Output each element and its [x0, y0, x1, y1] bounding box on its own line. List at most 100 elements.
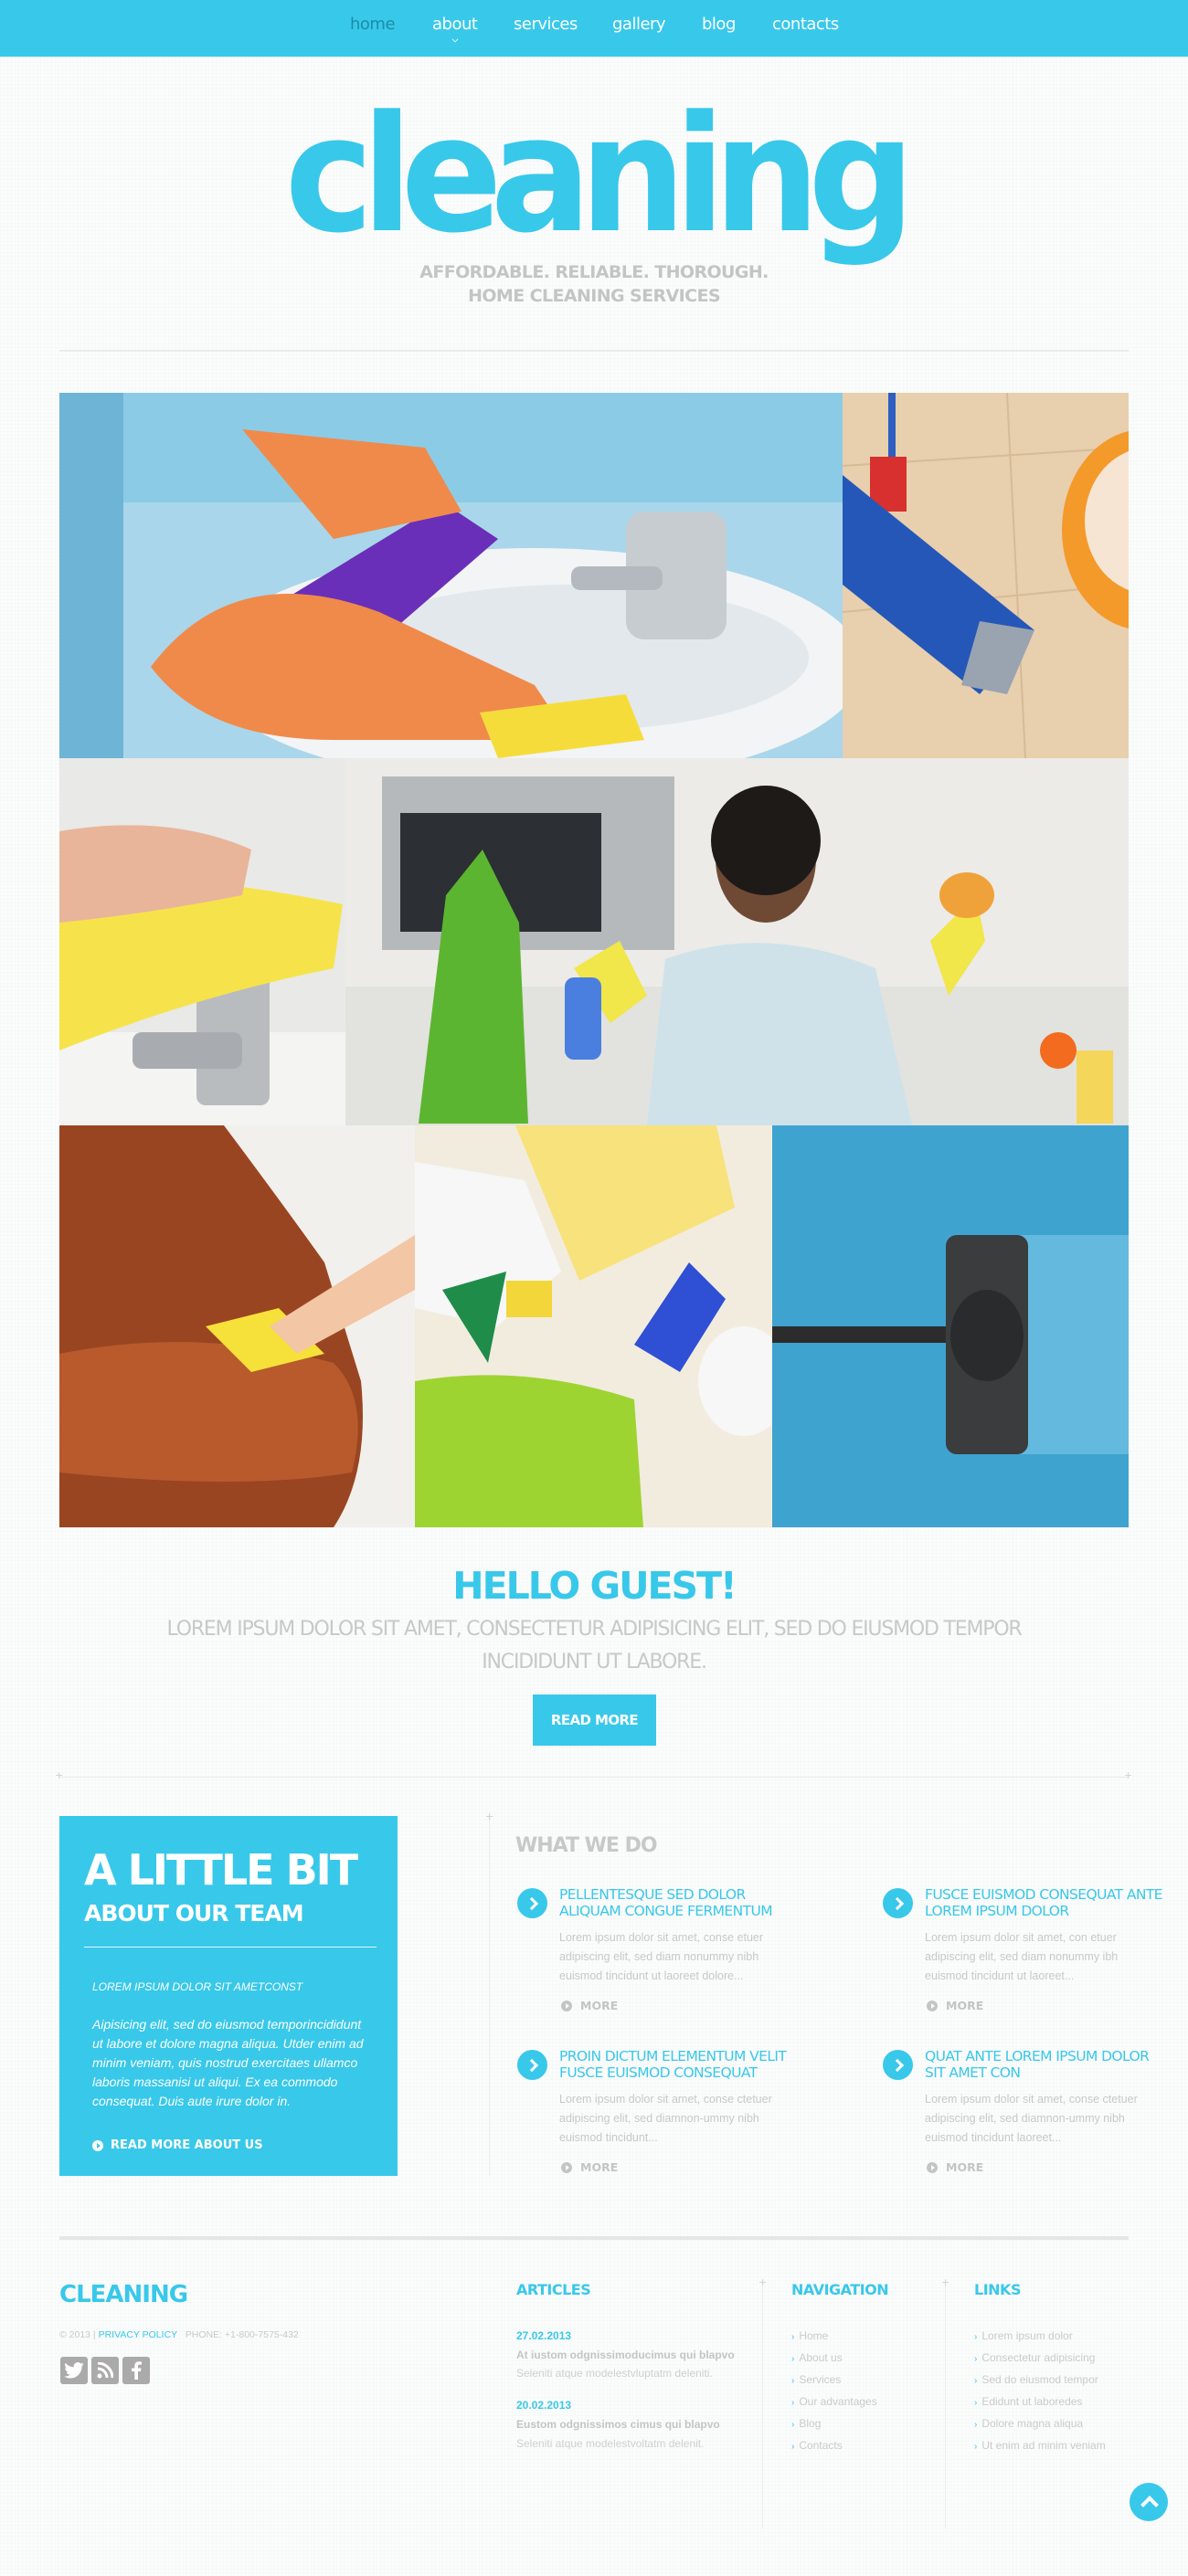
nav-item-blog[interactable]: blog	[702, 15, 736, 34]
links-heading: LINKS	[974, 2281, 1021, 2298]
wiping-leather-sofa-image	[59, 1125, 415, 1527]
scroll-to-top-button[interactable]	[1130, 2483, 1168, 2521]
chevron-right-icon: ›	[791, 2442, 795, 2452]
nav-item-gallery[interactable]: gallery	[612, 15, 666, 34]
facebook-button[interactable]	[122, 2357, 150, 2384]
chevron-right-icon: ›	[974, 2442, 978, 2452]
nav-label: services	[514, 15, 578, 34]
footer-logo[interactable]: CLEANING	[59, 2281, 188, 2308]
more-link[interactable]: MORE	[927, 1999, 983, 2012]
footer-link[interactable]: › Dolore magna aliqua	[974, 2417, 1083, 2430]
link-label: READ MORE ABOUT US	[111, 2138, 263, 2152]
hand-wiping-faucet-image	[59, 758, 345, 1125]
service-text: Lorem ipsum dolor sit amet, conse etuer …	[559, 1931, 764, 1982]
more-label: MORE	[580, 1999, 619, 2012]
sponges-and-spray-bottles-image	[415, 1125, 772, 1527]
nav-item-about[interactable]: about	[432, 15, 478, 43]
gallery-tile-sink[interactable]	[59, 393, 843, 758]
nav-menu: home about services gallery blog contact…	[0, 0, 1188, 57]
nav-item-contacts[interactable]: contacts	[772, 15, 839, 34]
footer-nav-link[interactable]: › Blog	[791, 2417, 821, 2430]
team-divider	[84, 1947, 377, 1948]
copyright-text: © 2013 |	[59, 2329, 96, 2340]
link-label: Dolore magna aliqua	[981, 2417, 1084, 2430]
facebook-icon	[132, 2361, 142, 2380]
footer-nav-link[interactable]: › Home	[791, 2329, 828, 2342]
article-excerpt: Seleniti atque modelestvluptatm deleniti…	[516, 2367, 713, 2380]
nav-label: contacts	[772, 15, 839, 34]
rss-icon	[97, 2362, 113, 2379]
plus-ornament-icon: +	[55, 1769, 64, 1781]
more-link[interactable]: MORE	[561, 2160, 618, 2174]
nav-label: about	[432, 15, 478, 34]
service-title[interactable]: PROIN DICTUM ELEMENTUM VELIT FUSCE EUISM…	[559, 2048, 806, 2081]
team-subheading: ABOUT OUR TEAM	[84, 1900, 304, 1927]
footer-nav-link[interactable]: › About us	[791, 2351, 843, 2364]
footer-nav-link[interactable]: › Services	[791, 2373, 841, 2386]
link-label: About us	[799, 2351, 843, 2364]
chevron-right-circle-icon[interactable]	[517, 1888, 547, 1918]
read-more-button[interactable]: READ MORE	[533, 1694, 656, 1746]
service-title[interactable]: FUSCE EUISMOD CONSEQUAT ANTE LOREM IPSUM…	[925, 1886, 1172, 1919]
plus-ornament-icon: +	[485, 1811, 494, 1822]
about-team-panel: A LITTLE BIT ABOUT OUR TEAM LOREM IPSUM …	[59, 1816, 398, 2176]
footer-link[interactable]: › Consectetur adipisicing	[974, 2351, 1095, 2364]
gallery-tile-sofa[interactable]	[59, 1125, 415, 1527]
chevron-right-circle-icon[interactable]	[883, 1888, 913, 1918]
gallery-tile-mop[interactable]	[843, 393, 1129, 758]
chevron-right-icon: ›	[974, 2332, 978, 2342]
column-divider	[762, 2284, 763, 2528]
footer-link[interactable]: › Edidunt ut laboredes	[974, 2395, 1082, 2408]
play-circle-icon	[927, 2000, 938, 2011]
more-label: MORE	[946, 1999, 984, 2012]
smiling-woman-in-kitchen-image	[345, 758, 1129, 1125]
team-lead: LOREM IPSUM DOLOR SIT AMETCONST	[92, 1980, 303, 1993]
gallery-tile-kitchen[interactable]	[345, 758, 1129, 1125]
site-logo[interactable]: cleaning	[42, 84, 1147, 267]
article-date: 20.02.2013	[516, 2399, 572, 2412]
link-label: Lorem ipsum dolor	[981, 2329, 1073, 2342]
chevron-right-circle-icon[interactable]	[517, 2050, 547, 2080]
footer-link[interactable]: › Lorem ipsum dolor	[974, 2329, 1073, 2342]
team-body: Aipisicing elit, sed do eiusmod temporin…	[92, 2017, 364, 2108]
article-title[interactable]: At iustom odgnissimoducimus qui blapvo	[516, 2349, 735, 2361]
nav-label: home	[350, 15, 396, 34]
link-label: Our advantages	[799, 2395, 877, 2408]
service-title[interactable]: PELLENTESQUE SED DOLOR ALIQUAM CONGUE FE…	[559, 1886, 806, 1919]
more-link[interactable]: MORE	[927, 2160, 983, 2174]
hello-text: LOREM IPSUM DOLOR SIT AMET, CONSECTETUR …	[166, 1618, 1022, 1673]
service-title[interactable]: QUAT ANTE LOREM IPSUM DOLOR SIT AMET CON	[925, 2048, 1172, 2081]
more-link[interactable]: MORE	[561, 1999, 618, 2012]
nav-label: blog	[702, 15, 736, 34]
navigation-heading: NAVIGATION	[791, 2281, 889, 2298]
gallery-tile-faucet[interactable]	[59, 758, 345, 1125]
service-text: Lorem ipsum dolor sit amet, conse ctetue…	[559, 2093, 772, 2144]
nav-item-home[interactable]: home	[350, 15, 396, 34]
plus-ornament-icon: +	[758, 2276, 768, 2288]
chevron-down-icon	[451, 36, 459, 43]
link-label: Edidunt ut laboredes	[981, 2395, 1083, 2408]
article-title[interactable]: Eustom odgnissimos cimus qui blapvo	[516, 2418, 720, 2431]
nav-item-services[interactable]: services	[514, 15, 578, 34]
play-circle-icon	[561, 2000, 572, 2011]
chevron-right-circle-icon[interactable]	[883, 2050, 913, 2080]
read-more-about-us-link[interactable]: READ MORE ABOUT US	[92, 2138, 263, 2152]
privacy-policy-link[interactable]: PRIVACY POLICY	[99, 2329, 177, 2340]
service-text: Lorem ipsum dolor sit amet, conse ctetue…	[925, 2093, 1138, 2144]
footer-link[interactable]: › Sed do eiusmod tempor	[974, 2373, 1098, 2386]
play-circle-icon	[561, 2161, 572, 2173]
article-excerpt: Seleniti atque modelestvoltatm delenit.	[516, 2437, 705, 2450]
twitter-button[interactable]	[60, 2357, 88, 2384]
gloved-hands-cleaning-sink-image	[59, 393, 843, 758]
mop-and-bucket-image	[843, 393, 1129, 758]
footer-nav-link[interactable]: › Contacts	[791, 2439, 843, 2452]
rss-button[interactable]	[91, 2357, 119, 2384]
chevron-right-icon: ›	[974, 2354, 978, 2364]
gallery-tile-vacuum[interactable]	[772, 1125, 1129, 1527]
chevron-right-icon: ›	[974, 2398, 978, 2408]
chevron-right-icon: ›	[791, 2376, 795, 2386]
footer-nav-link[interactable]: › Our advantages	[791, 2395, 877, 2408]
link-label: Consectetur adipisicing	[981, 2351, 1096, 2364]
gallery-tile-sponges[interactable]	[415, 1125, 772, 1527]
footer-link[interactable]: › Ut enim ad minim veniam	[974, 2439, 1106, 2452]
